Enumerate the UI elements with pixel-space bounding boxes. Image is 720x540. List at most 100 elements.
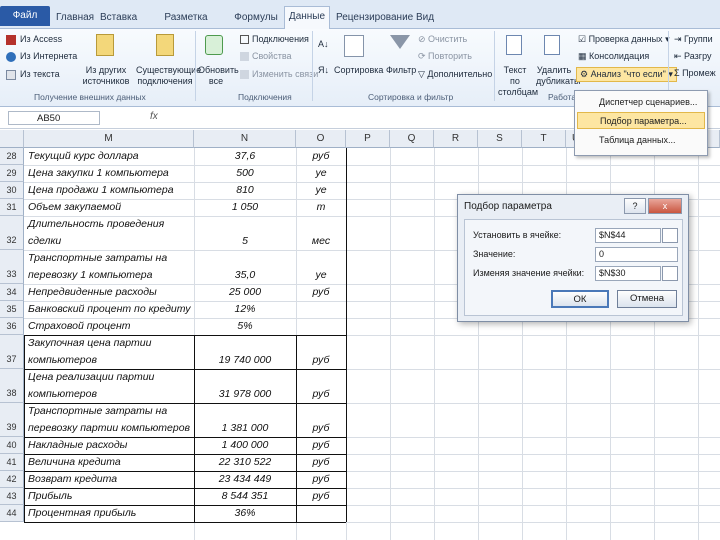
text-to-columns-button[interactable]: Текст по столбцам [498, 65, 538, 98]
column-header-p[interactable]: P [346, 130, 390, 148]
row-label[interactable]: перевозку партии компьютеров [28, 422, 190, 434]
refresh-all-button[interactable]: Обновить все [198, 65, 239, 87]
row-label[interactable]: компьютеров [28, 388, 97, 400]
row-label[interactable]: Цена продажи 1 компьютера [28, 184, 174, 196]
row-header[interactable]: 38 [0, 369, 24, 403]
row-header[interactable]: 30 [0, 182, 24, 199]
row-label[interactable]: Банковский процент по кредиту [28, 303, 191, 315]
row-value[interactable]: 8 544 351 [194, 490, 296, 502]
from-access-button[interactable]: Из Access [20, 33, 62, 46]
column-header-o[interactable]: O [296, 130, 346, 148]
row-label[interactable]: Непредвиденные расходы [28, 286, 157, 298]
row-unit[interactable]: руб [296, 439, 346, 451]
column-header-n[interactable]: N [194, 130, 296, 148]
menu-item-scenario-manager[interactable]: Диспетчер сценариев... [577, 94, 705, 111]
row-value[interactable]: 22 310 522 [194, 456, 296, 468]
row-label[interactable]: Транспортные затраты на [28, 252, 167, 264]
row-label[interactable]: Транспортные затраты на [28, 405, 167, 417]
close-button[interactable]: x [648, 198, 682, 214]
row-header[interactable]: 34 [0, 284, 24, 301]
row-value[interactable]: 37,6 [194, 150, 296, 162]
row-unit[interactable]: руб [296, 150, 346, 162]
row-label[interactable]: Объем закупаемой [28, 201, 121, 213]
row-label[interactable]: Страховой процент [28, 320, 131, 332]
edit-links-button[interactable]: Изменить связи [252, 68, 318, 81]
row-unit[interactable]: руб [296, 456, 346, 468]
row-unit[interactable]: мес [296, 235, 346, 247]
consolidate-button[interactable]: ▦ Консолидация [578, 50, 649, 63]
tab-formulas[interactable]: Формулы [234, 8, 278, 28]
name-box[interactable]: AB50 [8, 111, 100, 125]
row-unit[interactable]: руб [296, 422, 346, 434]
advanced-filter-button[interactable]: ▽ Дополнительно [418, 68, 492, 81]
properties-button[interactable]: Свойства [252, 50, 292, 63]
row-value[interactable]: 1 050 [194, 201, 296, 213]
fx-icon[interactable]: fx [150, 111, 158, 122]
data-validation-button[interactable]: ☑ Проверка данных ▾ [578, 33, 670, 46]
column-header-m[interactable]: M [24, 130, 194, 148]
row-label[interactable]: Прибыль [28, 490, 72, 502]
row-header[interactable]: 28 [0, 148, 24, 165]
row-label[interactable]: сделки [28, 235, 61, 247]
row-unit[interactable]: руб [296, 354, 346, 366]
remove-duplicates-button[interactable]: Удалить дубликаты [536, 65, 580, 87]
tab-file[interactable]: Файл [0, 6, 50, 26]
row-value[interactable]: 1 400 000 [194, 439, 296, 451]
ungroup-button[interactable]: ⇤ Разгру [674, 50, 711, 63]
ok-button[interactable]: ОК [551, 290, 609, 308]
column-header-q[interactable]: Q [390, 130, 434, 148]
row-value[interactable]: 12% [194, 303, 296, 315]
set-cell-input[interactable]: $N$44 [595, 228, 661, 243]
sort-button[interactable]: Сортировка [334, 65, 383, 75]
row-unit[interactable]: т [296, 201, 346, 213]
tab-insert[interactable]: Вставка [100, 8, 137, 28]
column-header-s[interactable]: S [478, 130, 522, 148]
row-header[interactable]: 29 [0, 165, 24, 182]
row-unit[interactable]: уе [296, 184, 346, 196]
existing-connections-button[interactable]: Существующие подключения [136, 65, 201, 87]
connections-button[interactable]: Подключения [252, 33, 309, 46]
row-unit[interactable]: уе [296, 167, 346, 179]
from-web-button[interactable]: Из Интернета [20, 50, 77, 63]
tab-review[interactable]: Рецензирование [336, 8, 413, 28]
row-label[interactable]: Цена закупки 1 компьютера [28, 167, 169, 179]
from-text-button[interactable]: Из текста [20, 68, 60, 81]
row-label[interactable]: Величина кредита [28, 456, 121, 468]
row-header[interactable]: 44 [0, 505, 24, 522]
tab-page-layout[interactable]: Разметка страницы [146, 8, 226, 43]
row-header[interactable]: 31 [0, 199, 24, 216]
column-header-r[interactable]: R [434, 130, 478, 148]
tab-data[interactable]: Данные [284, 6, 330, 29]
row-header[interactable]: 33 [0, 250, 24, 284]
row-value[interactable]: 36% [194, 507, 296, 519]
row-value[interactable]: 25 000 [194, 286, 296, 298]
row-header[interactable]: 43 [0, 488, 24, 505]
row-label[interactable]: перевозку 1 компьютера [28, 269, 153, 281]
clear-filter-button[interactable]: ⊘ Очистить [418, 33, 467, 46]
subtotal-button[interactable]: Σ Промеж [674, 67, 716, 80]
row-header[interactable]: 42 [0, 471, 24, 488]
row-value[interactable]: 1 381 000 [194, 422, 296, 434]
row-value[interactable]: 810 [194, 184, 296, 196]
cancel-button[interactable]: Отмена [617, 290, 677, 308]
row-label[interactable]: Цена реализации партии [28, 371, 154, 383]
changing-cell-input[interactable]: $N$30 [595, 266, 661, 281]
to-value-input[interactable]: 0 [595, 247, 678, 262]
row-header[interactable]: 35 [0, 301, 24, 318]
row-value[interactable]: 31 978 000 [194, 388, 296, 400]
row-unit[interactable]: руб [296, 388, 346, 400]
row-label[interactable]: Длительность проведения [28, 218, 164, 230]
row-header[interactable]: 40 [0, 437, 24, 454]
row-label[interactable]: компьютеров [28, 354, 97, 366]
row-label[interactable]: Процентная прибыль [28, 507, 136, 519]
row-label[interactable]: Возврат кредита [28, 473, 117, 485]
tab-home[interactable]: Главная [56, 8, 94, 28]
row-label[interactable]: Закупочная цена партии [28, 337, 151, 349]
row-unit[interactable]: руб [296, 490, 346, 502]
row-header[interactable]: 39 [0, 403, 24, 437]
row-value[interactable]: 23 434 449 [194, 473, 296, 485]
collapse-dialog-icon[interactable] [662, 266, 678, 281]
row-header[interactable]: 41 [0, 454, 24, 471]
help-button[interactable]: ? [624, 198, 646, 214]
row-value[interactable]: 5 [194, 235, 296, 247]
